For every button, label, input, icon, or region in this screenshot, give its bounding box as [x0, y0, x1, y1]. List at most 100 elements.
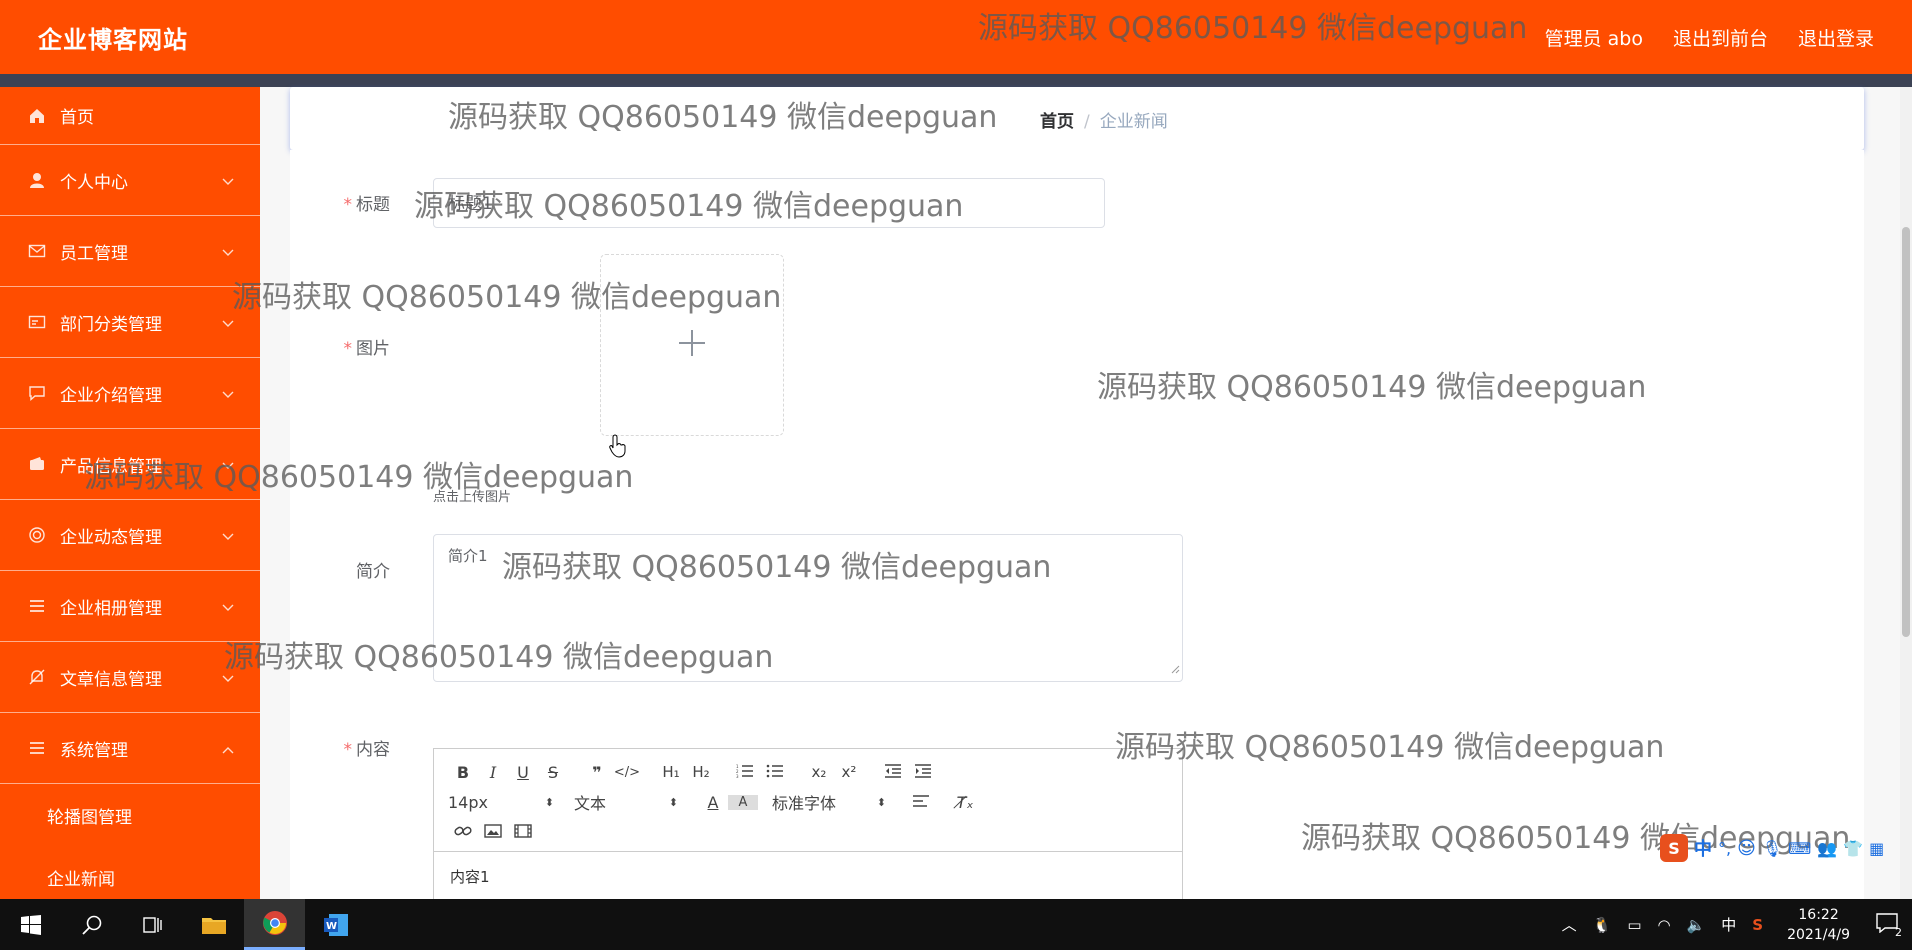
- sidebar-item-album[interactable]: 企业相册管理: [0, 571, 260, 642]
- clock-time: 16:22: [1798, 906, 1839, 923]
- emoji-icon[interactable]: ☺: [1737, 838, 1756, 859]
- clear-format-icon[interactable]: T̸ₓ: [950, 793, 980, 812]
- task-view-icon[interactable]: [122, 899, 183, 950]
- notification-center-icon[interactable]: 2: [1876, 912, 1902, 939]
- heading1-icon[interactable]: H₁: [656, 763, 686, 781]
- clock[interactable]: 16:22 2021/4/9: [1787, 905, 1850, 945]
- sidebar-item-articles[interactable]: 文章信息管理: [0, 642, 260, 713]
- news-edit-form: * 标题 标题1 * 图片 点击上传图片 简介 简介1 * 内容 B I U S…: [290, 150, 1864, 908]
- sidebar-item-department[interactable]: 部门分类管理: [0, 287, 260, 358]
- font-size-select[interactable]: 14px ⬍: [448, 793, 554, 812]
- sidebar-subitem-carousel[interactable]: 轮播图管理: [0, 784, 260, 846]
- align-icon[interactable]: [906, 793, 936, 812]
- chevron-down-icon: [222, 313, 234, 333]
- volume-icon[interactable]: 🔈: [1687, 916, 1706, 934]
- sidebar-item-personal-center[interactable]: 个人中心: [0, 145, 260, 216]
- admin-user-label[interactable]: 管理员 abo: [1545, 24, 1643, 51]
- sidebar-item-label: 企业相册管理: [60, 598, 162, 619]
- chevron-down-icon: [222, 384, 234, 404]
- wifi-icon[interactable]: ◠: [1658, 916, 1671, 934]
- font-family-select[interactable]: 标准字体 ⬍: [772, 790, 886, 814]
- ordered-list-icon[interactable]: 123: [730, 763, 760, 782]
- code-block-icon[interactable]: </>: [612, 765, 642, 780]
- bell-off-icon: [26, 666, 48, 688]
- keyboard-icon[interactable]: ⌨: [1788, 839, 1811, 858]
- list-icon: [26, 737, 48, 759]
- sidebar-item-label: 企业介绍管理: [60, 385, 162, 406]
- sidebar-item-home[interactable]: 首页: [0, 87, 260, 145]
- superscript-icon[interactable]: x²: [834, 763, 864, 781]
- page-scrollbar[interactable]: [1900, 87, 1912, 899]
- sidebar-item-label: 个人中心: [60, 172, 128, 193]
- file-explorer-icon[interactable]: [183, 899, 244, 950]
- image-upload-button[interactable]: [600, 254, 784, 436]
- user-icon[interactable]: 👥: [1817, 839, 1837, 858]
- list-icon: [26, 595, 48, 617]
- clock-date: 2021/4/9: [1787, 926, 1850, 943]
- italic-icon[interactable]: I: [478, 763, 508, 782]
- sogou-tray-icon[interactable]: S: [1752, 916, 1763, 934]
- menu-grid-icon[interactable]: ▦: [1869, 839, 1884, 858]
- text-color-icon[interactable]: A: [698, 793, 728, 812]
- sidebar-item-label: 首页: [60, 108, 94, 128]
- svg-text:W: W: [326, 921, 337, 932]
- home-icon: [26, 105, 48, 127]
- input-language-label[interactable]: 中: [1721, 914, 1736, 935]
- summary-text: 简介1: [448, 547, 488, 565]
- heading2-icon[interactable]: H₂: [686, 763, 716, 781]
- video-icon[interactable]: [508, 823, 538, 842]
- microphone-icon[interactable]: 🎙: [1762, 839, 1782, 858]
- skin-icon[interactable]: 👕: [1843, 839, 1863, 858]
- user-icon: [26, 169, 48, 191]
- sidebar-item-products[interactable]: 产品信息管理: [0, 429, 260, 500]
- punctuation-icon[interactable]: °,: [1718, 839, 1731, 858]
- summary-textarea[interactable]: 简介1: [433, 534, 1183, 682]
- scrollbar-thumb[interactable]: [1902, 227, 1910, 637]
- indent-icon[interactable]: [908, 763, 938, 782]
- block-type-select[interactable]: 文本 ⬍: [574, 790, 678, 814]
- underline-icon[interactable]: U: [508, 763, 538, 782]
- blockquote-icon[interactable]: ❞: [582, 763, 612, 782]
- sidebar-item-staff[interactable]: 员工管理: [0, 216, 260, 287]
- breadcrumb-home[interactable]: 首页: [1040, 112, 1074, 132]
- sidebar-item-company-news[interactable]: 企业动态管理: [0, 500, 260, 571]
- background-color-icon[interactable]: A: [728, 794, 758, 810]
- chevron-down-icon: [222, 597, 234, 617]
- svg-text:3: 3: [736, 774, 739, 778]
- windows-start-icon[interactable]: [0, 899, 61, 950]
- editor-content[interactable]: 内容1: [434, 852, 1182, 901]
- battery-icon[interactable]: ▭: [1627, 916, 1641, 934]
- search-icon[interactable]: [61, 899, 122, 950]
- exit-to-frontend-link[interactable]: 退出到前台: [1673, 24, 1768, 51]
- site-brand: 企业博客网站: [38, 26, 188, 54]
- sidebar-item-company-intro[interactable]: 企业介绍管理: [0, 358, 260, 429]
- header-actions: 管理员 abo 退出到前台 退出登录: [1545, 24, 1874, 51]
- sidebar-subitem-company-news[interactable]: 企业新闻: [0, 846, 260, 899]
- link-icon[interactable]: [448, 823, 478, 842]
- bullet-list-icon[interactable]: [760, 763, 790, 782]
- qq-tray-icon[interactable]: 🐧: [1593, 916, 1612, 934]
- chrome-icon[interactable]: [244, 899, 305, 950]
- chevron-up-icon[interactable]: ︿: [1562, 914, 1577, 935]
- sidebar-item-system[interactable]: 系统管理: [0, 713, 260, 784]
- sidebar: 首页 个人中心 员工管理 部门分类管理 企业介绍管理 产品信息管理 企业动态管理…: [0, 87, 260, 899]
- outdent-icon[interactable]: [878, 763, 908, 782]
- strikethrough-icon[interactable]: S: [538, 763, 568, 782]
- ime-lang-label[interactable]: 中: [1694, 835, 1712, 861]
- chat-icon: [26, 382, 48, 404]
- image-label-text: 图片: [356, 339, 390, 359]
- logout-link[interactable]: 退出登录: [1798, 24, 1874, 51]
- wallet-icon: [26, 453, 48, 475]
- breadcrumb-current: 企业新闻: [1099, 112, 1168, 132]
- resize-handle-icon[interactable]: [1170, 659, 1180, 679]
- image-icon[interactable]: [478, 823, 508, 842]
- word-icon[interactable]: W: [305, 899, 366, 950]
- sogou-logo-icon[interactable]: S: [1660, 834, 1688, 862]
- chevron-down-icon: [222, 455, 234, 475]
- required-mark: *: [343, 740, 353, 760]
- bold-icon[interactable]: B: [448, 763, 478, 782]
- ime-toolbar: S 中 °, ☺ 🎙 ⌨ 👥 👕 ▦: [1660, 832, 1912, 864]
- subscript-icon[interactable]: x₂: [804, 763, 834, 781]
- font-size-value: 14px: [448, 792, 488, 812]
- title-input[interactable]: 标题1: [433, 178, 1105, 228]
